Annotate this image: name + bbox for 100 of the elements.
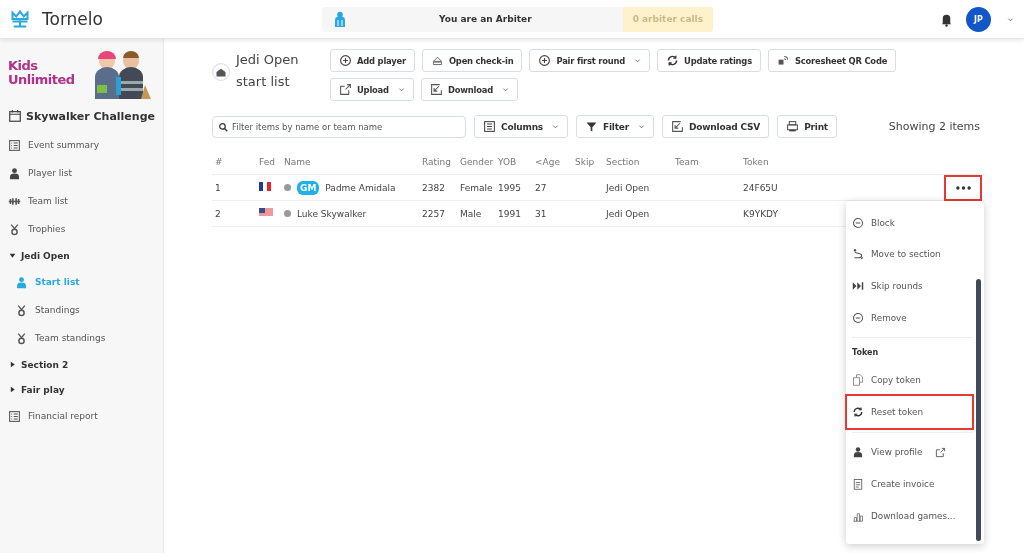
flag-icon [259,208,273,217]
medal-icon [8,222,21,236]
column-header: YOB [498,157,518,167]
column-header: <Age [535,157,561,167]
calendar-icon [8,109,22,123]
minus-circle-icon [852,311,864,324]
action-button[interactable]: Download [420,78,518,101]
column-header: Rating [422,157,453,167]
item-count: Showing 2 items [888,120,980,133]
caret-icon [1007,15,1014,23]
action-button[interactable]: Add player [330,49,415,72]
action-button[interactable]: Upload [330,78,414,101]
download-icon [429,83,443,96]
sidebar-item[interactable]: Standings [8,296,163,324]
sidebar-section[interactable]: Fair play [8,377,163,402]
column-header: Team [675,157,700,167]
arbiter-icon [332,11,348,27]
ellipsis-icon [955,185,971,190]
minus-circle-icon [852,216,864,229]
player-name[interactable]: Padme Amidala [325,182,396,193]
table-cell-text: Male [460,208,483,219]
menu-item[interactable]: Move to section [852,238,974,271]
list-icon [8,138,21,152]
person-icon [8,166,21,180]
column-header: Skip [575,157,596,167]
menu-item[interactable]: View profile [852,436,974,469]
table-cell-text: Female [460,182,494,193]
table-cell-text: K9YKDY [743,208,779,219]
action-button[interactable]: Open check-in [421,49,523,72]
menu-item[interactable]: Skip rounds [852,270,974,302]
menu-item[interactable]: Remove [852,301,974,334]
search-field[interactable]: Filter items by name or team name [212,115,466,138]
clipboard-icon [852,477,864,490]
list-icon [8,409,21,423]
plus-icon [538,54,552,67]
medal-icon [15,303,28,317]
toolbar-button[interactable]: Print [777,115,837,138]
toolbar-button[interactable]: Filter [576,115,654,138]
menu-item[interactable]: Reset token [847,395,972,428]
table-cell-text: 1991 [498,208,522,219]
title-badge: GM [297,180,320,195]
status-dot [284,210,291,217]
sidebar-section[interactable]: Jedi Open [8,243,163,268]
table-cell-text: Jedi Open [606,208,651,219]
arbiter-calls-badge: 0 arbiter calls [622,6,713,32]
sidebar-section[interactable]: Section 2 [8,352,163,377]
app-name: Tornelo [42,9,103,29]
status-dot [284,184,291,191]
action-button[interactable]: Update ratings [657,49,761,72]
more-button[interactable] [946,176,980,199]
sidebar-item[interactable]: Event summary [8,131,163,159]
filter-icon [585,120,599,133]
table-cell-text: 1 [215,182,222,193]
sidebar-item[interactable]: Team standings [8,324,163,352]
table-cell-text: 1995 [498,182,522,193]
table-cell-text: 27 [535,182,548,193]
sign-icon [430,54,444,67]
sidebar-item[interactable]: Trophies [8,215,163,243]
printer-icon [786,120,800,133]
action-button[interactable]: Pair first round [529,49,651,72]
qr-code-icon [776,54,790,67]
external-link-icon [339,83,352,96]
action-button[interactable]: Scoresheet QR Code [767,49,897,72]
medal-icon [15,331,28,345]
menu-item[interactable]: Download games... [852,499,974,532]
column-header: Section [606,157,641,167]
column-header: Gender [460,157,495,167]
scrollbar[interactable] [976,279,981,541]
columns-icon [483,120,496,133]
toolbar-button[interactable]: Download CSV [662,115,770,138]
kids-unlimited-logo: Kids Unlimited [8,59,76,87]
sidebar-item[interactable]: Team list [8,187,163,215]
user-avatar[interactable]: JP [966,6,991,32]
sidebar-item[interactable]: Player list [8,159,163,187]
sidebar-item[interactable]: Financial report [8,402,163,430]
page-title: Jedi Open start list [236,51,300,91]
person-icon [15,275,28,289]
sync-icon [852,405,864,418]
flag-icon [259,182,273,191]
skip-icon [852,280,864,292]
external-link-icon [935,446,947,458]
download-icon [671,120,684,133]
toolbar-button[interactable]: Columns [474,115,569,138]
menu-item[interactable]: Block [852,207,974,239]
column-header: Name [284,157,312,167]
column-header: Fed [259,157,276,167]
column-header: # [215,157,224,167]
role-text: You are an Arbiter [438,14,533,24]
menu-heading: Token [852,347,880,360]
home-icon [212,63,230,81]
player-name[interactable]: Luke Skywalker [297,208,367,219]
table-cell-text: Jedi Open [606,182,651,193]
table-cell-text: 2 [215,208,222,219]
menu-item[interactable]: Copy token [852,364,974,396]
event-title: Skywalker Challenge [26,109,155,123]
menu-item[interactable]: Create invoice [852,468,974,500]
column-header: Token [743,157,770,167]
copy-icon [852,374,864,387]
table-cell-text: 2382 [422,182,446,193]
sync-icon [666,54,680,67]
